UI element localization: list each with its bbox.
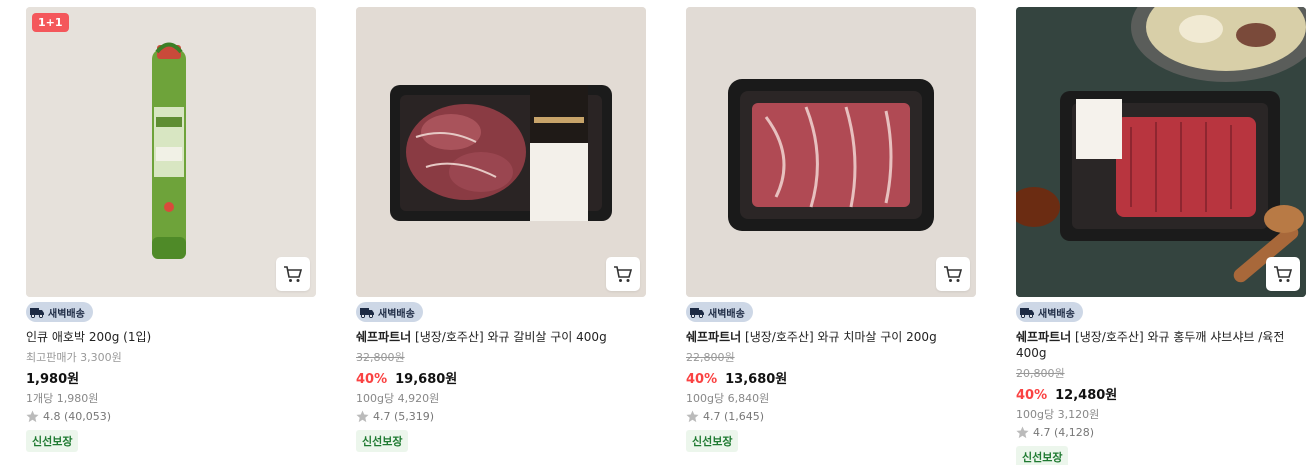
rating-text: 4.7 (5,319) (373, 410, 435, 423)
brand-name: 쉐프파트너 (1016, 330, 1072, 344)
rating: 4.7 (4,128) (1016, 426, 1308, 439)
product-image[interactable] (356, 7, 646, 297)
sale-price-row: 1,980원 (26, 368, 318, 387)
truck-icon (358, 304, 376, 320)
sale-price-row: 40% 12,480원 (1016, 384, 1308, 403)
freshness-guarantee-tag: 신선보장 (1016, 446, 1069, 465)
original-price: 32,800원 (356, 351, 405, 364)
delivery-label: 새벽배송 (48, 308, 85, 320)
rating-text: 4.7 (1,645) (703, 410, 765, 423)
product-name[interactable]: 쉐프파트너 [냉장/호주산] 와규 홍두깨 샤브샤브 /육전 400g (1016, 329, 1308, 361)
rating-text: 4.8 (40,053) (43, 410, 112, 423)
wagyu-hongdukkae-photo (1016, 7, 1306, 297)
shopping-cart-icon (284, 266, 303, 282)
star-icon (356, 410, 369, 423)
rating: 4.7 (1,645) (686, 410, 978, 423)
truck-icon (28, 304, 46, 320)
discount-rate: 40% (686, 372, 718, 387)
sale-price: 19,680원 (395, 372, 458, 387)
product-image[interactable]: 1+1 (26, 7, 316, 297)
freshness-guarantee-tag: 신선보장 (26, 430, 79, 452)
unit-price: 100g당 6,840원 (686, 392, 770, 405)
dawn-delivery-badge: 새벽배송 (686, 302, 753, 322)
dawn-delivery-badge: 새벽배송 (356, 302, 423, 322)
product-card-zucchini[interactable]: 1+1 새벽배송 인큐 애호박 200g (1입) 최고판매가 3,300원 1… (26, 7, 318, 452)
unit-price: 100g당 4,920원 (356, 392, 440, 405)
dawn-delivery-badge: 새벽배송 (1016, 302, 1083, 322)
rating: 4.8 (40,053) (26, 410, 318, 423)
sale-price-row: 40% 13,680원 (686, 368, 978, 387)
sale-price: 1,980원 (26, 372, 80, 387)
original-price: 최고판매가 3,300원 (26, 351, 122, 364)
freshness-guarantee-tag: 신선보장 (356, 430, 409, 452)
sale-price: 12,480원 (1055, 388, 1118, 403)
rating-text: 4.7 (4,128) (1033, 426, 1095, 439)
product-name[interactable]: 쉐프파트너 [냉장/호주산] 와규 갈비살 구이 400g (356, 329, 648, 345)
delivery-label: 새벽배송 (378, 308, 415, 320)
delivery-label: 새벽배송 (708, 308, 745, 320)
product-card-galbi[interactable]: 새벽배송 쉐프파트너 [냉장/호주산] 와규 갈비살 구이 400g 32,80… (356, 7, 648, 452)
brand-name: 쉐프파트너 (356, 330, 412, 344)
product-title: [냉장/호주산] 와규 치마살 구이 200g (741, 330, 937, 344)
product-card-hongdukkae[interactable]: 새벽배송 쉐프파트너 [냉장/호주산] 와규 홍두깨 샤브샤브 /육전 400g… (1016, 7, 1308, 465)
freshness-guarantee-tag: 신선보장 (686, 430, 739, 452)
brand-name: 쉐프파트너 (686, 330, 742, 344)
discount-rate: 40% (1016, 388, 1048, 403)
product-name[interactable]: 인큐 애호박 200g (1입) (26, 329, 318, 345)
wagyu-galbi-photo (356, 7, 646, 297)
original-price: 22,800원 (686, 351, 735, 364)
product-image[interactable] (686, 7, 976, 297)
unit-price: 1개당 1,980원 (26, 392, 99, 405)
shopping-cart-icon (944, 266, 963, 282)
add-to-cart-button[interactable] (936, 257, 970, 291)
product-image[interactable] (1016, 7, 1306, 297)
star-icon (1016, 426, 1029, 439)
star-icon (686, 410, 699, 423)
add-to-cart-button[interactable] (276, 257, 310, 291)
rating: 4.7 (5,319) (356, 410, 648, 423)
shopping-cart-icon (614, 266, 633, 282)
delivery-label: 새벽배송 (1038, 308, 1075, 320)
star-icon (26, 410, 39, 423)
shopping-cart-icon (1274, 266, 1293, 282)
sale-price: 13,680원 (725, 372, 788, 387)
dawn-delivery-badge: 새벽배송 (26, 302, 93, 322)
add-to-cart-button[interactable] (606, 257, 640, 291)
truck-icon (688, 304, 706, 320)
wagyu-chimasal-photo (686, 7, 976, 297)
product-name[interactable]: 쉐프파트너 [냉장/호주산] 와규 치마살 구이 200g (686, 329, 978, 345)
add-to-cart-button[interactable] (1266, 257, 1300, 291)
product-title: [냉장/호주산] 와규 갈비살 구이 400g (411, 330, 607, 344)
discount-rate: 40% (356, 372, 388, 387)
product-title: 인큐 애호박 200g (1입) (26, 330, 152, 344)
original-price: 20,800원 (1016, 367, 1065, 380)
product-card-chimasal[interactable]: 새벽배송 쉐프파트너 [냉장/호주산] 와규 치마살 구이 200g 22,80… (686, 7, 978, 452)
zucchini-photo (26, 7, 316, 297)
one-plus-one-badge: 1+1 (32, 13, 69, 32)
sale-price-row: 40% 19,680원 (356, 368, 648, 387)
truck-icon (1018, 304, 1036, 320)
unit-price: 100g당 3,120원 (1016, 408, 1100, 421)
